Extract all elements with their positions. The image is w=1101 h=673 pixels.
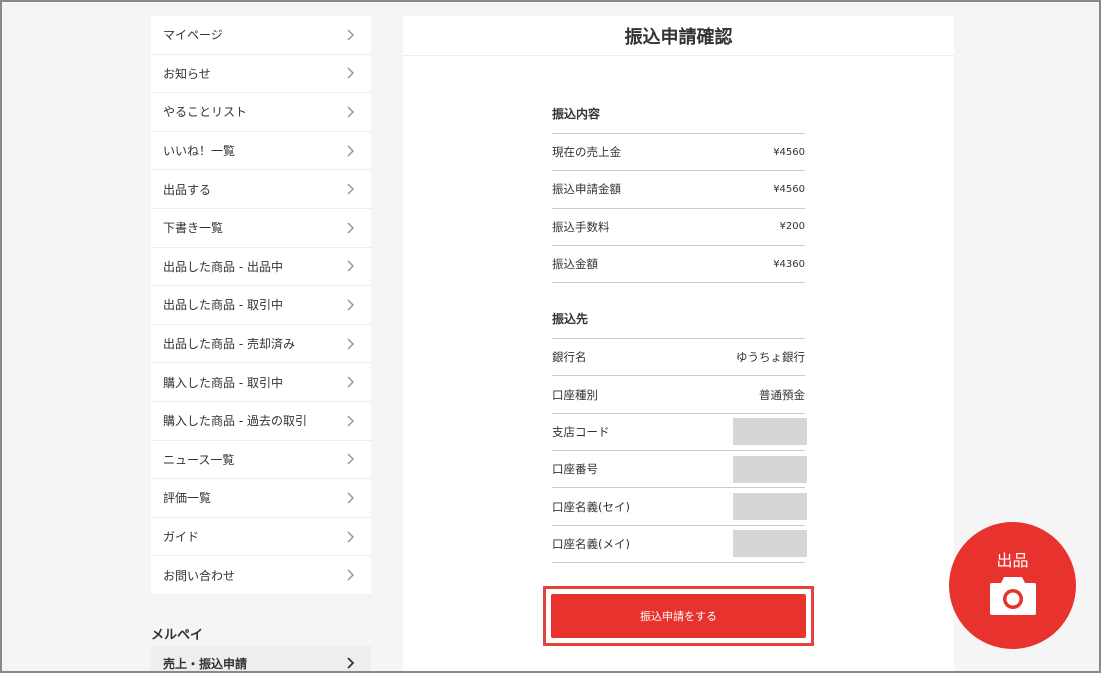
sidebar-item-guide[interactable]: ガイド bbox=[151, 518, 371, 557]
chevron-right-icon bbox=[343, 65, 359, 81]
chevron-right-icon bbox=[343, 258, 359, 274]
masked-value bbox=[733, 493, 807, 521]
chevron-right-icon bbox=[343, 567, 359, 583]
sidebar-item-label: 出品する bbox=[163, 182, 212, 197]
transfer-details-heading: 振込内容 bbox=[552, 102, 805, 134]
destination-row-account-number: 口座番号 bbox=[552, 451, 807, 489]
sidebar-item-label: 評価一覧 bbox=[163, 491, 212, 506]
chevron-right-icon bbox=[343, 374, 359, 390]
row-label: 口座名義(セイ) bbox=[552, 499, 630, 514]
sidebar-nav: マイページ お知らせ やることリスト いいね！一覧 出品する 下書き一覧 出品し… bbox=[151, 16, 371, 595]
chevron-right-icon bbox=[343, 143, 359, 159]
row-label: 銀行名 bbox=[552, 350, 587, 365]
destination-row-bank: 銀行名 ゆうちょ銀行 bbox=[552, 339, 805, 377]
sidebar-item-label: 出品した商品 - 売却済み bbox=[163, 337, 295, 352]
sidebar-item-label: 下書き一覧 bbox=[163, 221, 224, 236]
sidebar-item-notifications[interactable]: お知らせ bbox=[151, 55, 371, 94]
chevron-right-icon bbox=[343, 297, 359, 313]
sidebar-item-purchased-trading[interactable]: 購入した商品 - 取引中 bbox=[151, 363, 371, 402]
sidebar-item-label: 購入した商品 - 取引中 bbox=[163, 375, 283, 390]
transfer-row-request-amount: 振込申請金額 ¥4560 bbox=[552, 171, 805, 209]
page-title: 振込申請確認 bbox=[624, 26, 733, 48]
row-label: 支店コード bbox=[552, 424, 610, 439]
sidebar-item-label: 出品した商品 - 出品中 bbox=[163, 259, 283, 274]
camera-icon bbox=[988, 575, 1038, 621]
sidebar-item-sales-transfer[interactable]: 売上・振込申請 bbox=[151, 646, 371, 671]
page-header: 振込申請確認 bbox=[403, 16, 954, 56]
sidebar-section-title: メルペイ bbox=[151, 628, 204, 643]
sidebar-item-label: 購入した商品 - 過去の取引 bbox=[163, 414, 307, 429]
sidebar-item-label: お問い合わせ bbox=[163, 568, 236, 583]
row-value: 普通預金 bbox=[759, 387, 805, 402]
masked-value bbox=[733, 455, 807, 483]
destination-row-holder-sei: 口座名義(セイ) bbox=[552, 488, 807, 526]
masked-value bbox=[733, 418, 807, 446]
row-value: ¥4360 bbox=[773, 258, 805, 270]
submit-transfer-button[interactable]: 振込申請をする bbox=[551, 594, 806, 638]
chevron-right-icon bbox=[343, 336, 359, 352]
row-label: 振込申請金額 bbox=[552, 182, 621, 197]
sidebar-item-contact[interactable]: お問い合わせ bbox=[151, 556, 371, 595]
masked-value bbox=[733, 530, 807, 558]
row-label: 振込手数料 bbox=[552, 219, 610, 234]
sidebar-item-label: お知らせ bbox=[163, 66, 211, 81]
row-label: 現在の売上金 bbox=[552, 145, 621, 160]
row-value: ¥4560 bbox=[773, 146, 805, 158]
chevron-right-icon bbox=[343, 490, 359, 506]
transfer-row-current-sales: 現在の売上金 ¥4560 bbox=[552, 134, 805, 172]
confirmation-content: 振込内容 現在の売上金 ¥4560 振込申請金額 ¥4560 振込手数料 ¥20… bbox=[552, 102, 807, 563]
fab-label: 出品 bbox=[996, 550, 1029, 570]
destination-row-holder-mei: 口座名義(メイ) bbox=[552, 526, 807, 563]
sidebar-item-label: 売上・振込申請 bbox=[163, 656, 248, 671]
sidebar-item-label: マイページ bbox=[163, 28, 223, 43]
main-panel: 振込申請確認 振込内容 現在の売上金 ¥4560 振込申請金額 ¥4560 振込… bbox=[403, 16, 954, 671]
sidebar-item-sell[interactable]: 出品する bbox=[151, 170, 371, 209]
row-label: 口座名義(メイ) bbox=[552, 536, 630, 551]
sidebar-item-purchased-past[interactable]: 購入した商品 - 過去の取引 bbox=[151, 402, 371, 441]
chevron-right-icon bbox=[343, 451, 359, 467]
transfer-row-fee: 振込手数料 ¥200 bbox=[552, 209, 805, 246]
sidebar-item-label: いいね！一覧 bbox=[163, 144, 236, 159]
chevron-right-icon bbox=[343, 27, 359, 43]
sell-fab-button[interactable]: 出品 bbox=[949, 522, 1076, 649]
row-label: 口座番号 bbox=[552, 462, 598, 477]
destination-heading: 振込先 bbox=[552, 307, 805, 340]
chevron-right-icon bbox=[343, 104, 359, 120]
sidebar-item-label: ガイド bbox=[163, 530, 200, 545]
chevron-right-icon bbox=[343, 181, 359, 197]
chevron-right-icon bbox=[343, 413, 359, 429]
app-frame: マイページ お知らせ やることリスト いいね！一覧 出品する 下書き一覧 出品し… bbox=[0, 0, 1101, 673]
sidebar-item-listed-trading[interactable]: 出品した商品 - 取引中 bbox=[151, 286, 371, 325]
row-value: ¥200 bbox=[779, 221, 805, 233]
sidebar-item-listed-selling[interactable]: 出品した商品 - 出品中 bbox=[151, 248, 371, 287]
sidebar-item-news[interactable]: ニュース一覧 bbox=[151, 441, 371, 480]
chevron-right-icon bbox=[343, 529, 359, 545]
sidebar-item-drafts[interactable]: 下書き一覧 bbox=[151, 209, 371, 248]
sidebar-item-mypage[interactable]: マイページ bbox=[151, 16, 371, 55]
row-label: 口座種別 bbox=[552, 387, 598, 402]
chevron-right-icon bbox=[343, 220, 359, 236]
sidebar-item-label: ニュース一覧 bbox=[163, 452, 235, 467]
sidebar-item-label: やることリスト bbox=[163, 105, 248, 120]
destination-row-account-type: 口座種別 普通預金 bbox=[552, 376, 805, 414]
submit-highlight-box: 振込申請をする bbox=[543, 586, 814, 646]
chevron-right-icon bbox=[343, 655, 359, 671]
row-label: 振込金額 bbox=[552, 257, 598, 272]
sidebar-item-listed-sold[interactable]: 出品した商品 - 売却済み bbox=[151, 325, 371, 364]
destination-row-branch-code: 支店コード bbox=[552, 414, 807, 452]
row-value: ¥4560 bbox=[773, 183, 805, 195]
sidebar-item-todo[interactable]: やることリスト bbox=[151, 93, 371, 132]
sidebar-item-label: 出品した商品 - 取引中 bbox=[163, 298, 283, 313]
transfer-row-amount: 振込金額 ¥4360 bbox=[552, 246, 805, 284]
row-value: ゆうちょ銀行 bbox=[736, 350, 805, 365]
sidebar-item-reviews[interactable]: 評価一覧 bbox=[151, 479, 371, 518]
sidebar-item-likes[interactable]: いいね！一覧 bbox=[151, 132, 371, 171]
